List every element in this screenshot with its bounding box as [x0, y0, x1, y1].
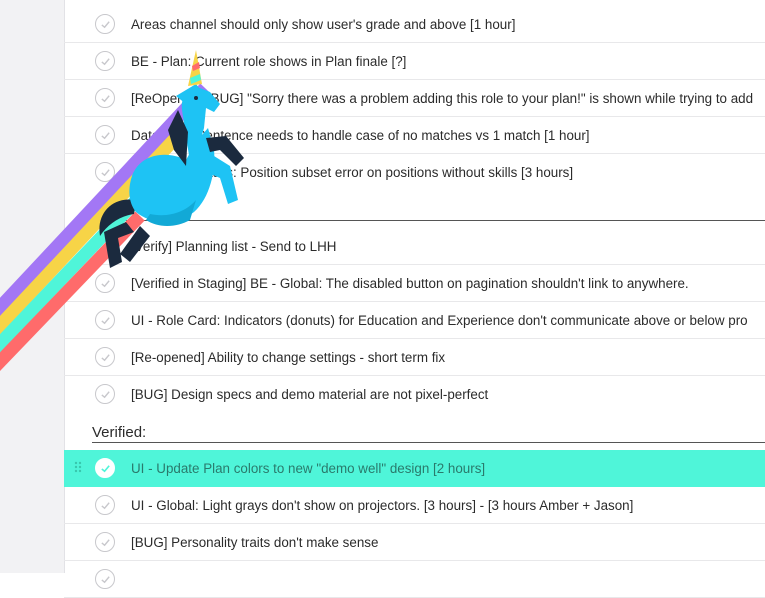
task-row-completed[interactable]: UI - Update Plan colors to new "demo wel… — [64, 450, 765, 487]
task-row[interactable]: UI - Role Card: Indicators (donuts) for … — [64, 302, 765, 339]
task-row[interactable]: [BUG] Personality traits don't make sens… — [64, 524, 765, 561]
drag-handle-icon[interactable] — [66, 450, 94, 487]
task-row[interactable]: Areas channel should only show user's gr… — [64, 6, 765, 43]
task-name[interactable]: BE - Plan: Current role shows in Plan fi… — [131, 43, 765, 80]
check-icon[interactable] — [95, 569, 115, 589]
check-icon[interactable] — [95, 51, 115, 71]
task-row[interactable]: [Re-opened] Ability to change settings -… — [64, 339, 765, 376]
section-header-verified[interactable]: Verified: — [92, 413, 765, 443]
check-icon[interactable] — [95, 495, 115, 515]
task-row[interactable]: [Verified in Staging] BE - Global: The d… — [64, 265, 765, 302]
check-icon[interactable] — [95, 125, 115, 145]
check-icon[interactable] — [95, 14, 115, 34]
task-name[interactable]: Areas channel should only show user's gr… — [131, 6, 765, 43]
check-icon[interactable] — [95, 310, 115, 330]
check-icon[interactable] — [95, 236, 115, 256]
task-name[interactable]: Data - BE: Sentence needs to handle case… — [131, 117, 765, 154]
task-row[interactable]: [BUG] Design specs and demo material are… — [64, 376, 765, 413]
task-name[interactable]: UI - Role Card: Indicators (donuts) for … — [131, 302, 765, 339]
check-icon[interactable] — [95, 162, 115, 182]
task-name[interactable]: UI - Update Plan colors to new "demo wel… — [131, 450, 765, 487]
check-icon[interactable] — [95, 532, 115, 552]
task-row[interactable] — [64, 561, 765, 598]
task-name[interactable]: BE - Role Details: Position subset error… — [131, 154, 765, 191]
check-icon[interactable] — [95, 273, 115, 293]
section-title[interactable]: Verified: — [92, 424, 146, 441]
left-gutter — [0, 0, 65, 573]
task-name[interactable]: [BUG] Design specs and demo material are… — [131, 376, 765, 413]
check-icon[interactable] — [95, 347, 115, 367]
task-list: Areas channel should only show user's gr… — [64, 0, 765, 598]
task-name[interactable]: [BUG] Personality traits don't make sens… — [131, 524, 765, 561]
task-row[interactable]: UI - Global: Light grays don't show on p… — [64, 487, 765, 524]
check-icon[interactable] — [95, 458, 115, 478]
section-header[interactable] — [92, 191, 765, 221]
task-row[interactable]: BE - Plan: Current role shows in Plan fi… — [64, 43, 765, 80]
task-row[interactable]: [ReOpened] [BUG] "Sorry there was a prob… — [64, 80, 765, 117]
task-name[interactable]: [Verified in Staging] BE - Global: The d… — [131, 265, 765, 302]
task-name[interactable]: [Re-opened] Ability to change settings -… — [131, 339, 765, 376]
check-icon[interactable] — [95, 88, 115, 108]
task-row[interactable]: BE - Role Details: Position subset error… — [64, 154, 765, 191]
task-name[interactable]: UI - Global: Light grays don't show on p… — [131, 487, 765, 524]
task-row[interactable]: [Verify] Planning list - Send to LHH — [64, 228, 765, 265]
task-row[interactable]: Data - BE: Sentence needs to handle case… — [64, 117, 765, 154]
task-name[interactable]: [ReOpened] [BUG] "Sorry there was a prob… — [131, 80, 765, 117]
task-name[interactable]: [Verify] Planning list - Send to LHH — [131, 228, 765, 265]
check-icon[interactable] — [95, 384, 115, 404]
